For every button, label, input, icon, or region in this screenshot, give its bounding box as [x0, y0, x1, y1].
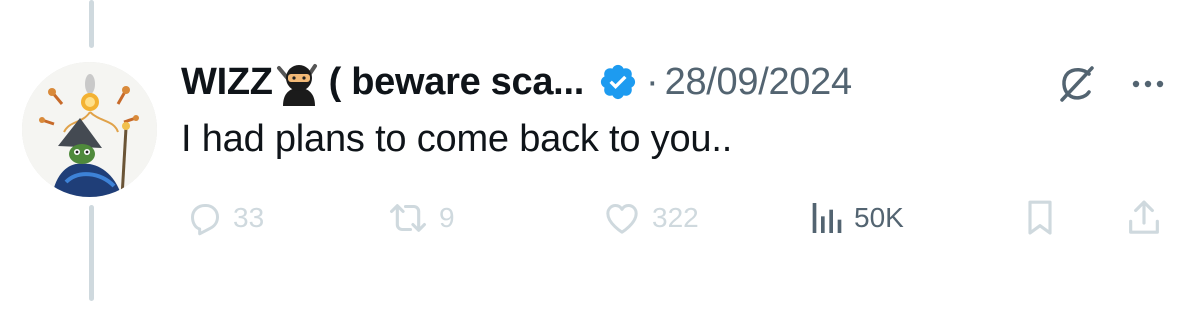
bookmark-icon [1028, 200, 1052, 235]
author-name-suffix[interactable]: ( beware sca... [329, 61, 585, 104]
like-button[interactable]: 322 [600, 194, 699, 242]
thread-line-top [89, 0, 94, 48]
thread-line-bottom [89, 205, 94, 301]
tweet-date[interactable]: 28/09/2024 [665, 61, 852, 104]
share-button[interactable] [1124, 194, 1164, 242]
repost-icon [390, 204, 426, 232]
reply-button[interactable]: 33 [185, 194, 264, 242]
heart-icon [606, 204, 638, 234]
repost-count: 9 [439, 202, 455, 233]
grok-icon[interactable] [1052, 60, 1100, 108]
ninja-emoji-icon [275, 58, 323, 106]
bookmark-button[interactable] [1020, 194, 1060, 242]
views-chart-icon [812, 203, 842, 233]
verified-badge-icon [598, 62, 638, 102]
tweet-header: WIZZ ( beware sca... · 28/09/2024 [181, 56, 852, 108]
author-name[interactable]: WIZZ [181, 61, 273, 104]
like-count: 322 [652, 202, 699, 233]
share-icon [1129, 200, 1159, 234]
views-count: 50K [854, 202, 904, 233]
views-button[interactable]: 50K [806, 194, 904, 242]
tweet-text: I had plans to come back to you.. [181, 118, 733, 160]
avatar-image [22, 62, 157, 197]
separator-dot: · [645, 60, 659, 103]
more-dots-icon[interactable] [1128, 70, 1168, 98]
avatar[interactable] [22, 62, 157, 197]
repost-button[interactable]: 9 [385, 194, 455, 242]
reply-count: 33 [233, 202, 265, 233]
reply-icon [191, 204, 219, 236]
